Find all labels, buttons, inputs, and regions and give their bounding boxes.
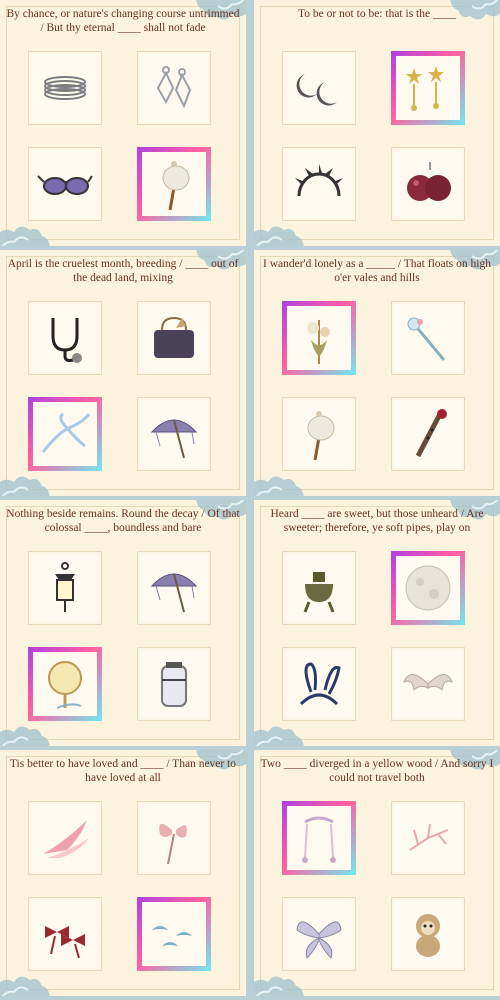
item-option[interactable] xyxy=(28,301,102,375)
item-option[interactable] xyxy=(391,897,465,971)
item-option[interactable] xyxy=(282,551,356,625)
item-option-selected[interactable] xyxy=(28,647,102,721)
item-option-selected[interactable] xyxy=(391,551,465,625)
item-option-selected[interactable] xyxy=(282,801,356,875)
item-option[interactable] xyxy=(282,647,356,721)
item-option[interactable] xyxy=(28,897,102,971)
bunny-ears-icon xyxy=(299,662,341,706)
item-option[interactable] xyxy=(137,551,211,625)
censer-icon xyxy=(303,572,335,613)
ribbon-icon xyxy=(41,412,91,453)
item-option[interactable] xyxy=(137,801,211,875)
monkey-icon xyxy=(416,914,440,957)
puzzle-panel: Two ____ diverged in a yellow wood / And… xyxy=(254,750,500,996)
hairpin-icon xyxy=(162,161,190,211)
item-option[interactable] xyxy=(28,801,102,875)
star-earrings-icon xyxy=(406,66,444,111)
item-option-selected[interactable] xyxy=(137,897,211,971)
ornament-earrings-icon xyxy=(407,162,451,201)
wings-icon xyxy=(403,674,453,692)
item-option[interactable] xyxy=(28,147,102,221)
poem-prompt: To be or not to be: that is the ____ xyxy=(298,8,456,20)
parasol-icon xyxy=(150,419,198,459)
puzzle-panel: Heard ____ are sweet, but those unheard … xyxy=(254,500,500,746)
poem-prompt: I wander'd lonely as a _____ / That floa… xyxy=(263,258,491,284)
puzzle-panel: I wander'd lonely as a _____ / That floa… xyxy=(254,250,500,496)
item-option-selected[interactable] xyxy=(282,301,356,375)
item-option[interactable] xyxy=(391,647,465,721)
poem-prompt: Tis better to have loved and ____ / Than… xyxy=(9,758,237,784)
poem-prompt: Heard ____ are sweet, but those unheard … xyxy=(270,508,484,534)
lantern-icon xyxy=(55,562,75,612)
sunglasses-icon xyxy=(37,175,93,195)
canister-icon xyxy=(161,662,187,707)
item-option-selected[interactable] xyxy=(391,51,465,125)
tassel-headpiece-icon xyxy=(302,816,336,863)
bangles-icon xyxy=(44,76,86,100)
item-option[interactable] xyxy=(282,51,356,125)
item-option[interactable] xyxy=(391,397,465,471)
item-option[interactable] xyxy=(282,147,356,221)
stethoscope-icon xyxy=(51,318,82,363)
fairy-wings-icon xyxy=(296,921,342,959)
puzzle-panel: By chance, or nature's changing course u… xyxy=(0,0,246,246)
item-option[interactable] xyxy=(137,397,211,471)
item-option[interactable] xyxy=(391,147,465,221)
item-option[interactable] xyxy=(137,301,211,375)
item-option[interactable] xyxy=(137,51,211,125)
hand-mirror-icon xyxy=(48,661,82,709)
puzzle-panel: To be or not to be: that is the ____ xyxy=(254,0,500,246)
poem-prompt: April is the cruelest month, breeding / … xyxy=(7,258,239,284)
item-option[interactable] xyxy=(28,51,102,125)
flute-icon xyxy=(415,409,447,458)
item-option[interactable] xyxy=(391,301,465,375)
puzzle-panel: Tis better to have loved and ____ / Than… xyxy=(0,750,246,996)
poem-prompt: Two ____ diverged in a yellow wood / And… xyxy=(260,758,494,784)
spiked-headband-icon xyxy=(295,164,343,197)
handbag-icon xyxy=(154,316,194,358)
hairpin-icon xyxy=(307,411,335,461)
feather-wing-icon xyxy=(43,820,89,858)
poem-prompt: By chance, or nature's changing course u… xyxy=(6,8,240,34)
item-option[interactable] xyxy=(391,801,465,875)
item-option[interactable] xyxy=(282,897,356,971)
item-option-selected[interactable] xyxy=(137,147,211,221)
poem-prompt: Nothing beside remains. Round the decay … xyxy=(6,508,240,534)
coral-branch-icon xyxy=(409,823,449,851)
item-option[interactable] xyxy=(28,551,102,625)
item-option-selected[interactable] xyxy=(28,397,102,471)
wand-icon xyxy=(407,317,446,361)
item-option[interactable] xyxy=(137,647,211,721)
butterfly-hairpin-icon xyxy=(159,823,187,865)
earrings-icon xyxy=(156,66,192,109)
moon-icon xyxy=(405,565,451,611)
parasol-icon xyxy=(150,573,198,613)
birds-icon xyxy=(152,926,192,946)
bows-icon xyxy=(45,926,85,959)
puzzle-panel: April is the cruelest month, breeding / … xyxy=(0,250,246,496)
crescent-earrings-icon xyxy=(296,74,337,106)
item-option[interactable] xyxy=(282,397,356,471)
puzzle-panel: Nothing beside remains. Round the decay … xyxy=(0,500,246,746)
floral-hairpin-icon xyxy=(307,320,330,364)
